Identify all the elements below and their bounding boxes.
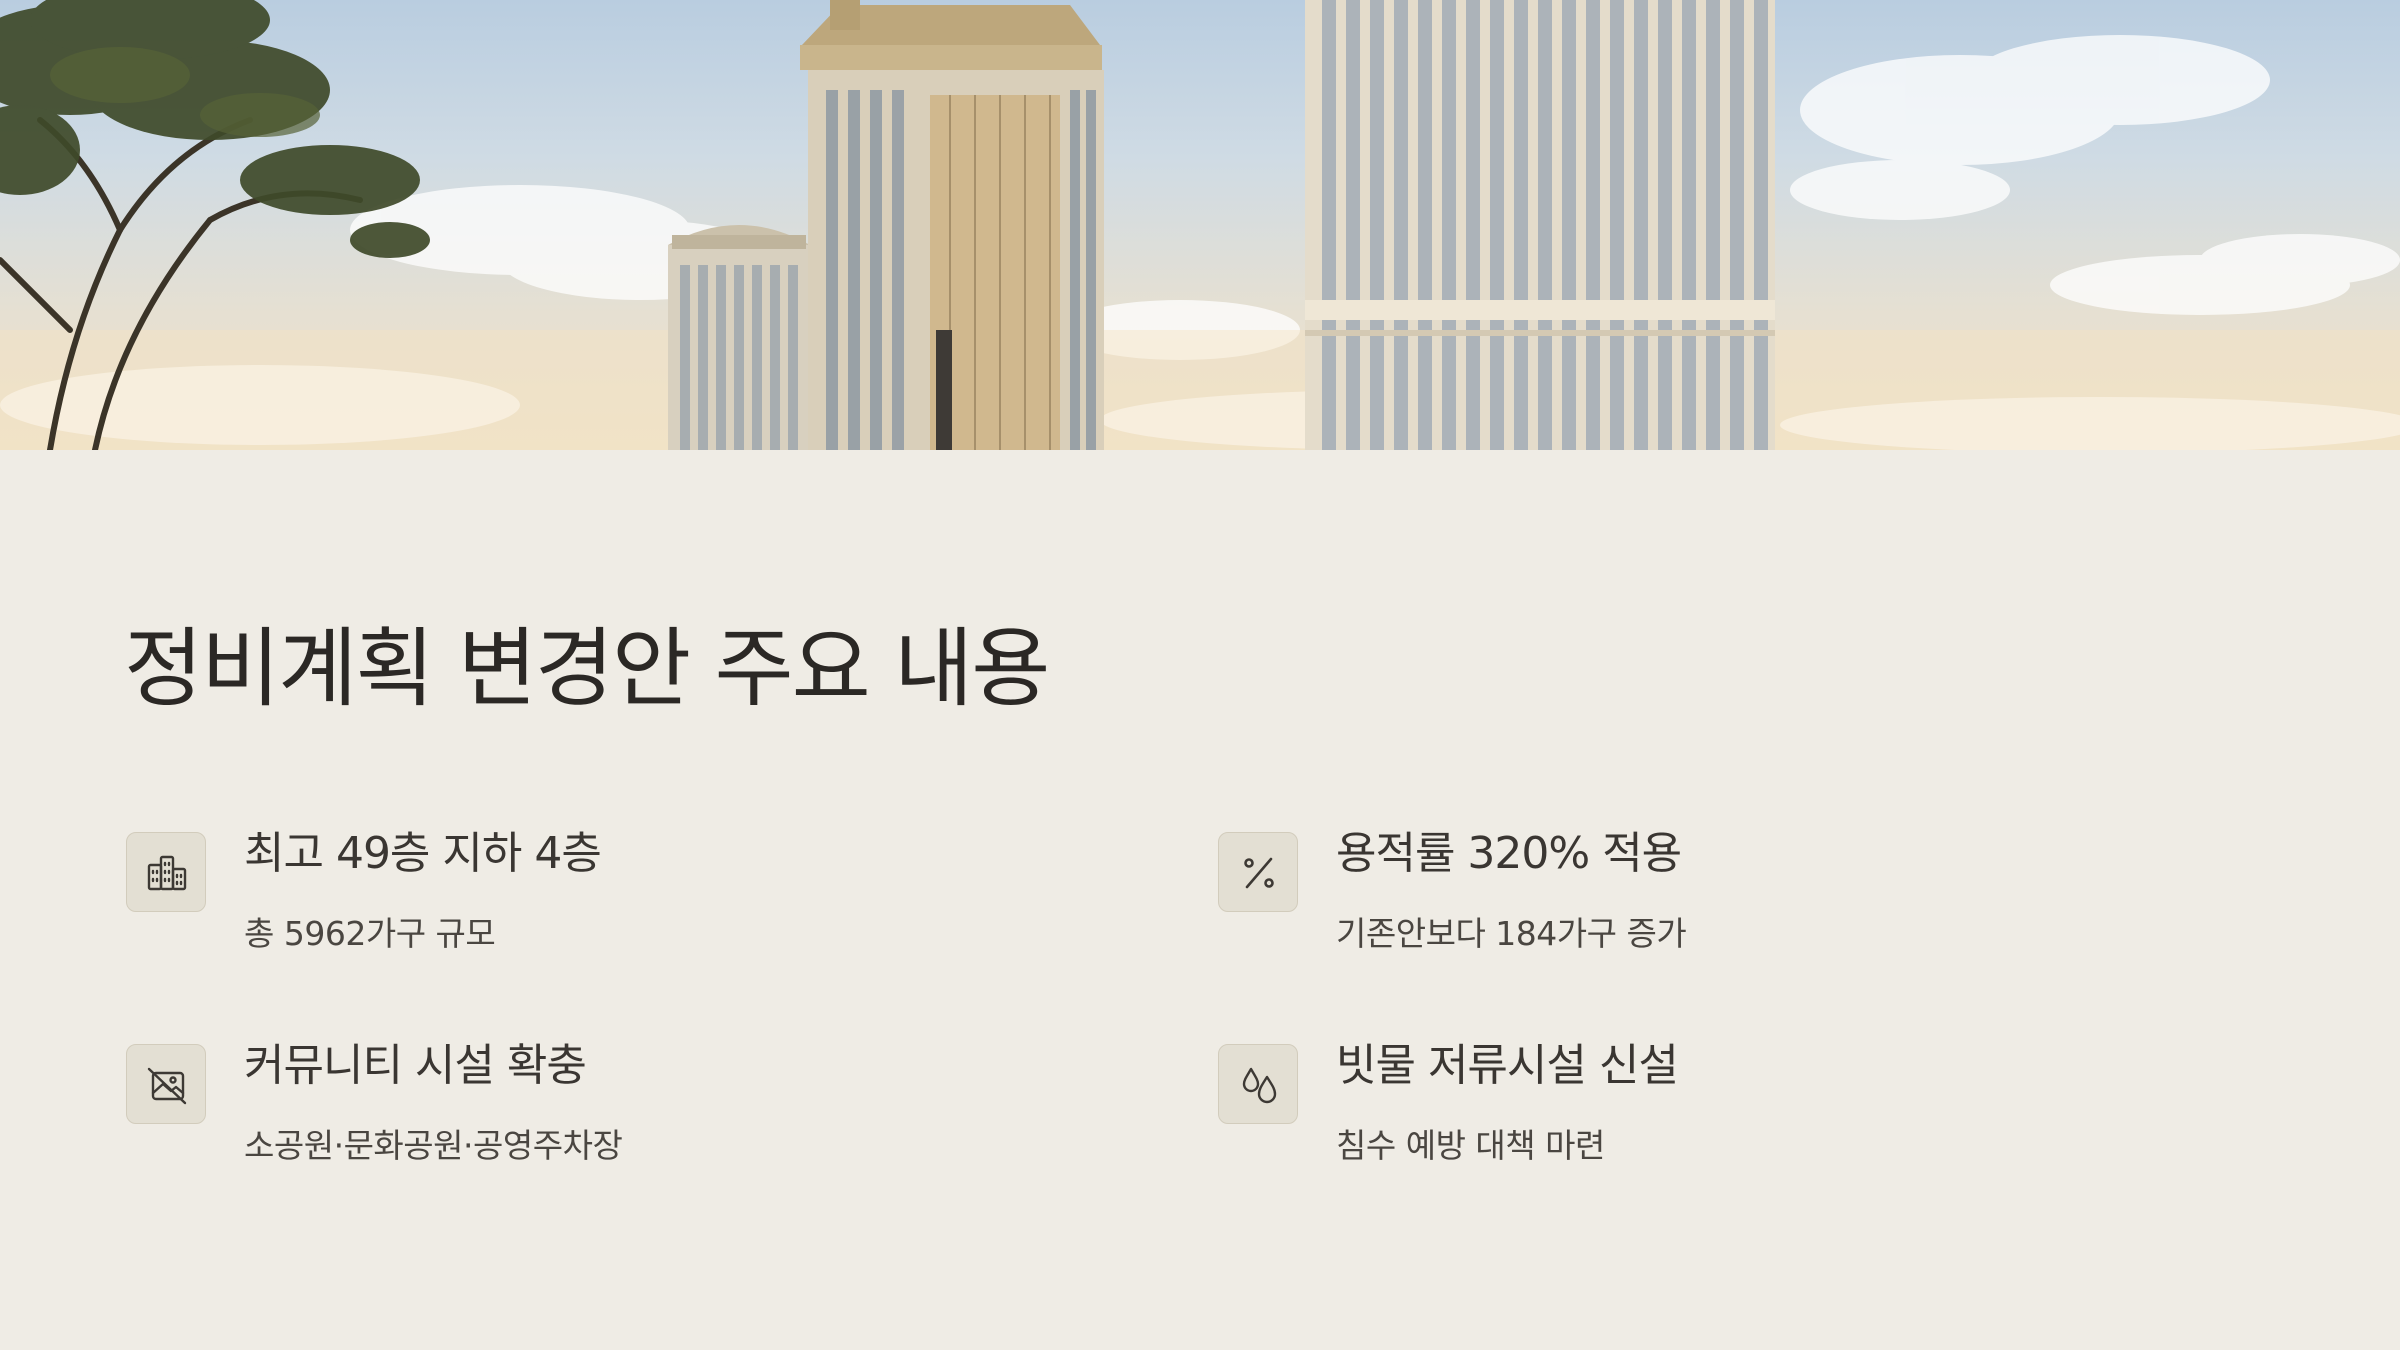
item-title: 빗물 저류시설 신설 <box>1336 1040 1679 1091</box>
icon-container <box>1218 832 1298 912</box>
page-title: 정비계획 변경안 주요 내용 <box>124 619 1050 719</box>
tower-small <box>668 225 810 450</box>
water-drops-icon <box>1242 1067 1277 1104</box>
item-description: 침수 예방 대책 마련 <box>1336 1126 1605 1165</box>
no-image-icon <box>147 1067 187 1105</box>
slide: 정비계획 변경안 주요 내용 최고 49층 지하 4층 총 5962가구 규모 <box>0 0 2400 1350</box>
icon-container <box>1218 1044 1298 1124</box>
item-description: 기존안보다 184가구 증가 <box>1336 914 1687 953</box>
hero-image <box>0 0 2400 450</box>
icon-container <box>126 832 206 912</box>
item-description: 소공원·문화공원·공영주차장 <box>244 1126 623 1165</box>
tower-tall <box>1305 0 1775 450</box>
item-title: 최고 49층 지하 4층 <box>244 828 602 879</box>
tower-central <box>800 0 1104 450</box>
item-title: 커뮤니티 시설 확충 <box>244 1040 587 1091</box>
feature-item-rainwater: 빗물 저류시설 신설 침수 예방 대책 마련 <box>1218 1040 2178 1194</box>
icon-container <box>126 1044 206 1124</box>
item-description: 총 5962가구 규모 <box>244 914 496 953</box>
feature-item-ratio: 용적률 320% 적용 기존안보다 184가구 증가 <box>1218 828 2178 982</box>
feature-item-community: 커뮤니티 시설 확충 소공원·문화공원·공영주차장 <box>126 1040 1086 1194</box>
item-title: 용적률 320% 적용 <box>1336 828 1682 879</box>
percent-icon <box>1244 857 1274 889</box>
feature-item-height: 최고 49층 지하 4층 총 5962가구 규모 <box>126 828 1086 982</box>
hero-illustration <box>0 0 2400 450</box>
buildings-icon <box>147 855 187 891</box>
